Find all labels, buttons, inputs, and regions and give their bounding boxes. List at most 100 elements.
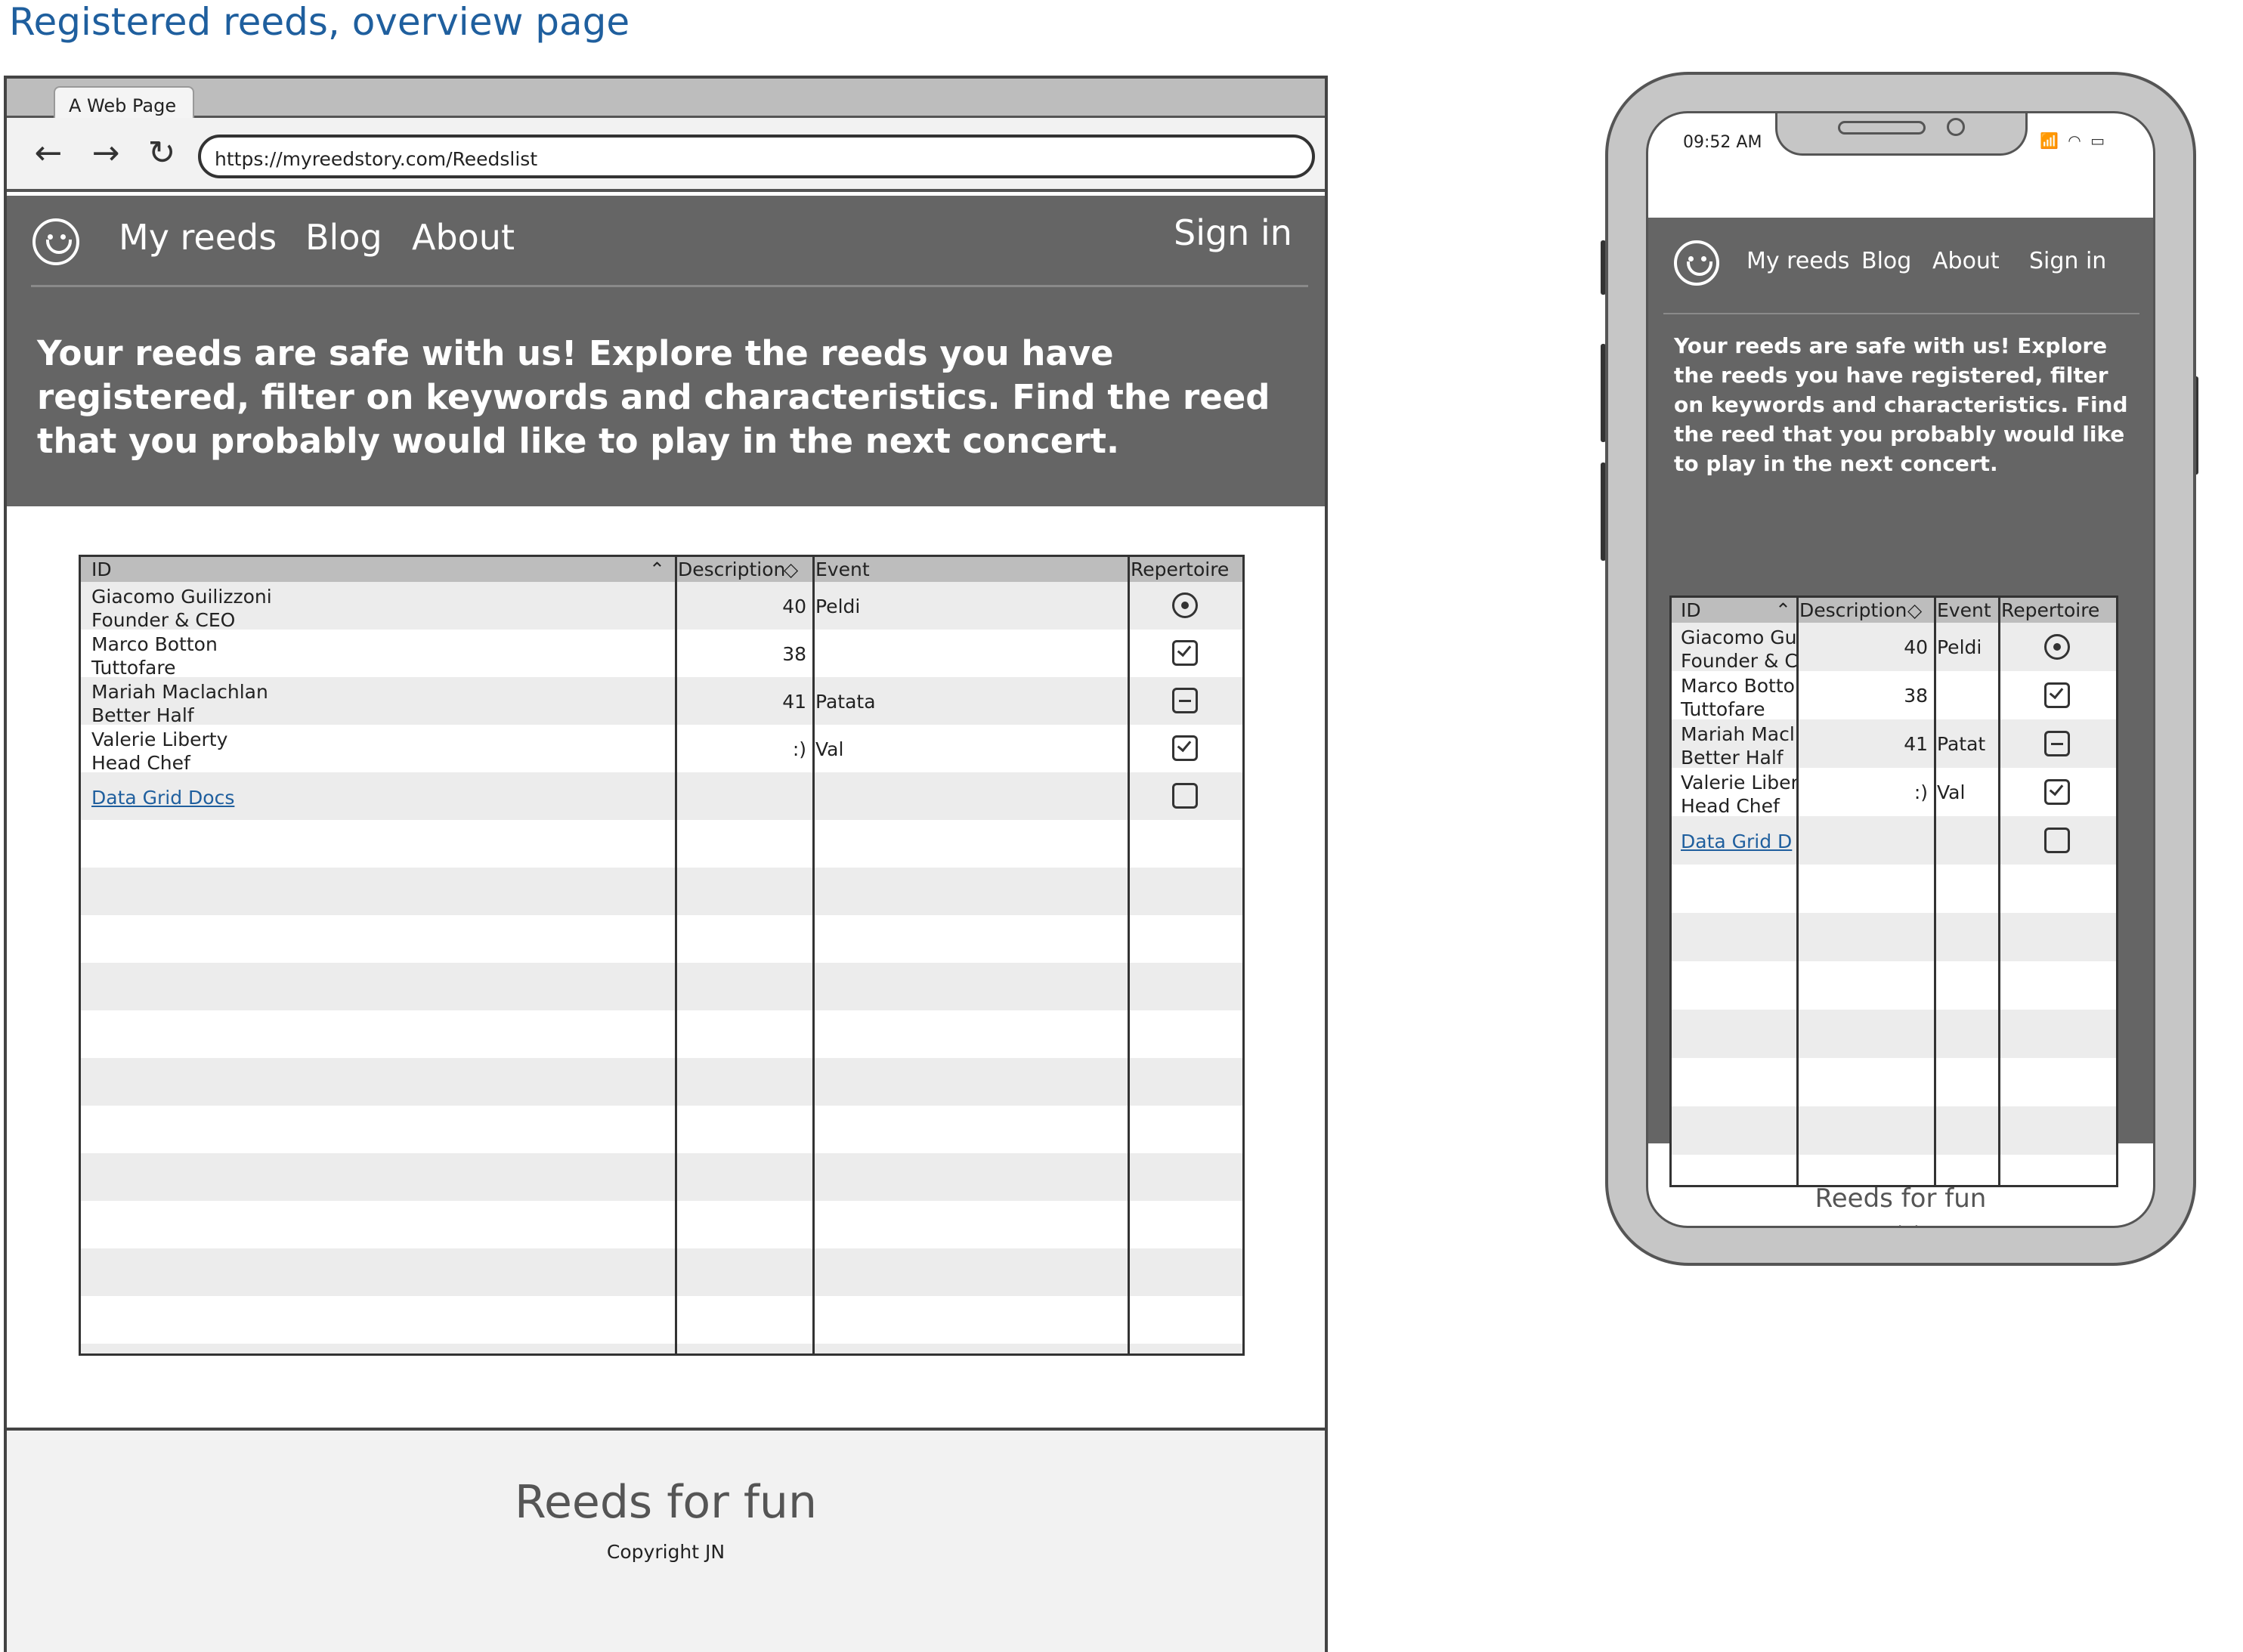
checkbox-checked[interactable] xyxy=(2044,779,2070,805)
row-description-cell: 40 xyxy=(1904,636,1928,658)
column-header-id[interactable]: ID xyxy=(91,557,112,582)
address-bar: ← → ↻ https://myreedstory.com/Reedslist xyxy=(7,118,1325,192)
radio-button[interactable] xyxy=(1172,592,1198,618)
row-event-cell: Patata xyxy=(815,691,876,713)
row-description-cell: :) xyxy=(792,738,806,760)
checkbox-checked[interactable] xyxy=(1172,735,1198,761)
row-name: Mariah Maclachlan xyxy=(91,681,268,703)
nav-sign-in[interactable]: Sign in xyxy=(1174,212,1292,253)
radio-button[interactable] xyxy=(2044,634,2070,660)
table-row xyxy=(1672,1106,2116,1155)
status-time: 09:52 AM xyxy=(1683,133,1762,152)
checkbox-checked[interactable] xyxy=(1172,640,1198,666)
nav-about[interactable]: About xyxy=(412,217,515,258)
table-row xyxy=(81,1248,1242,1296)
column-divider xyxy=(675,557,677,1353)
row-name: Giacomo Guilizzoni xyxy=(91,586,272,608)
mobile-nav-sign-in[interactable]: Sign in xyxy=(2029,248,2106,274)
mobile-nav-about[interactable]: About xyxy=(1932,248,2000,274)
row-role: Head Chef xyxy=(1681,795,1780,817)
column-header-repertoire[interactable]: Repertoire xyxy=(1131,557,1229,582)
mobile-hero-text: Your reeds are safe with us! Explore the… xyxy=(1674,333,2128,476)
column-header-event[interactable]: Event xyxy=(815,557,870,582)
checkbox-checked[interactable] xyxy=(2044,682,2070,708)
sort-ascending-icon[interactable]: ⌃ xyxy=(649,557,665,582)
column-divider xyxy=(1934,598,1936,1185)
row-id-cell: Valerie Liber Head Chef xyxy=(1681,771,1799,818)
phone-screen: 09:52 AM 📶 ◠ ▭ My reeds Blog About Sign … xyxy=(1646,111,2155,1228)
reload-icon[interactable]: ↻ xyxy=(141,133,182,174)
table-row xyxy=(81,1201,1242,1248)
nav-my-reeds[interactable]: My reeds xyxy=(119,217,277,258)
header-banner: My reeds Blog About Sign in Your reeds a… xyxy=(7,196,1325,506)
reeds-data-grid: ID Description Event Repertoire ⌃ ◇ Giacomo Gu… xyxy=(79,555,1245,1356)
column-header-description[interactable]: Description xyxy=(1799,598,1907,623)
table-row xyxy=(81,1153,1242,1201)
data-grid-docs-link[interactable]: Data Grid D xyxy=(1681,830,1792,853)
column-header-id[interactable]: ID xyxy=(1681,598,1701,623)
sort-toggle-icon[interactable]: ◇ xyxy=(1907,598,1922,623)
table-row xyxy=(1672,1058,2116,1106)
column-header-repertoire[interactable]: Repertoire xyxy=(2001,598,2099,623)
mobile-nav-my-reeds[interactable]: My reeds xyxy=(1746,248,1849,274)
nav-blog[interactable]: Blog xyxy=(305,217,382,258)
row-role: Tuttofare xyxy=(91,657,176,679)
table-row xyxy=(81,868,1242,915)
smiley-logo-icon[interactable] xyxy=(32,218,79,265)
sort-ascending-icon[interactable]: ⌃ xyxy=(1775,598,1791,623)
checkbox-indeterminate[interactable] xyxy=(2044,731,2070,756)
browser-tab[interactable]: A Web Page xyxy=(54,86,194,119)
table-row: Data Grid Docs xyxy=(81,772,1242,820)
status-icons: 📶 ◠ ▭ xyxy=(2040,131,2107,150)
grid-header: ID Description Event Repertoire ⌃ ◇ xyxy=(81,557,1242,584)
row-name[interactable]: Data Grid D xyxy=(1681,830,1792,853)
row-id-cell: Marco Botto Tuttofare xyxy=(1681,674,1795,721)
row-name[interactable]: Data Grid Docs xyxy=(91,786,234,809)
camera-icon xyxy=(1947,118,1965,136)
data-grid-docs-link[interactable]: Data Grid Docs xyxy=(91,786,234,809)
table-row xyxy=(1672,961,2116,1010)
checkbox-unchecked[interactable] xyxy=(2044,828,2070,853)
mobile-smiley-logo-icon[interactable] xyxy=(1674,240,1719,286)
url-input[interactable]: https://myreedstory.com/Reedslist xyxy=(198,135,1315,178)
row-name: Giacomo Gu xyxy=(1681,626,1797,648)
row-description-cell: 38 xyxy=(782,643,806,665)
hero-text: Your reeds are safe with us! Explore the… xyxy=(37,333,1270,461)
table-row xyxy=(1672,1155,2116,1185)
mobile-nav-blog[interactable]: Blog xyxy=(1861,248,1911,274)
row-role: Better Half xyxy=(91,704,194,726)
table-row xyxy=(81,1010,1242,1058)
phone-notch xyxy=(1775,113,2028,156)
column-header-description[interactable]: Description xyxy=(678,557,785,582)
table-row xyxy=(81,1344,1242,1353)
checkbox-indeterminate[interactable] xyxy=(1172,688,1198,713)
table-row: Mariah Maclachlan Better Half 41 Patata xyxy=(81,677,1242,727)
column-divider xyxy=(1796,598,1799,1185)
row-id-cell: Marco Botton Tuttofare xyxy=(91,633,218,679)
column-header-event[interactable]: Event xyxy=(1937,598,1991,623)
row-event-cell: Peldi xyxy=(1937,636,1982,658)
row-id-cell: Valerie Liberty Head Chef xyxy=(91,728,227,775)
row-id-cell: Mariah Macl Better Half xyxy=(1681,722,1795,769)
table-row: Giacomo Guilizzoni Founder & CEO 40 Peldi xyxy=(81,582,1242,632)
row-id-cell: Mariah Maclachlan Better Half xyxy=(91,680,268,727)
row-description-cell: 40 xyxy=(782,596,806,617)
row-id-cell: Giacomo Guilizzoni Founder & CEO xyxy=(91,585,272,632)
checkbox-unchecked[interactable] xyxy=(1172,783,1198,809)
sort-toggle-icon[interactable]: ◇ xyxy=(784,557,798,582)
row-role: Founder & C xyxy=(1681,650,1798,672)
table-row xyxy=(1672,913,2116,961)
column-divider xyxy=(1128,557,1130,1353)
grid-header: ID Description Event Repertoire ⌃ ◇ xyxy=(1672,598,2116,625)
back-arrow-icon[interactable]: ← xyxy=(28,133,69,174)
mobile-header-banner: My reeds Blog About Sign in Your reeds a… xyxy=(1648,218,2153,1187)
table-row: Valerie Liber Head Chef:) Val xyxy=(1672,768,2116,818)
row-role: Better Half xyxy=(1681,747,1784,769)
row-name: Mariah Macl xyxy=(1681,723,1795,745)
footer: Reeds for fun Copyright JN xyxy=(7,1428,1325,1652)
table-row xyxy=(81,963,1242,1010)
row-event-cell: Val xyxy=(815,738,844,760)
tab-bar: A Web Page xyxy=(7,79,1325,119)
table-row: Giacomo Gu Founder & C 40 Peldi xyxy=(1672,623,2116,672)
forward-arrow-icon[interactable]: → xyxy=(85,133,126,174)
